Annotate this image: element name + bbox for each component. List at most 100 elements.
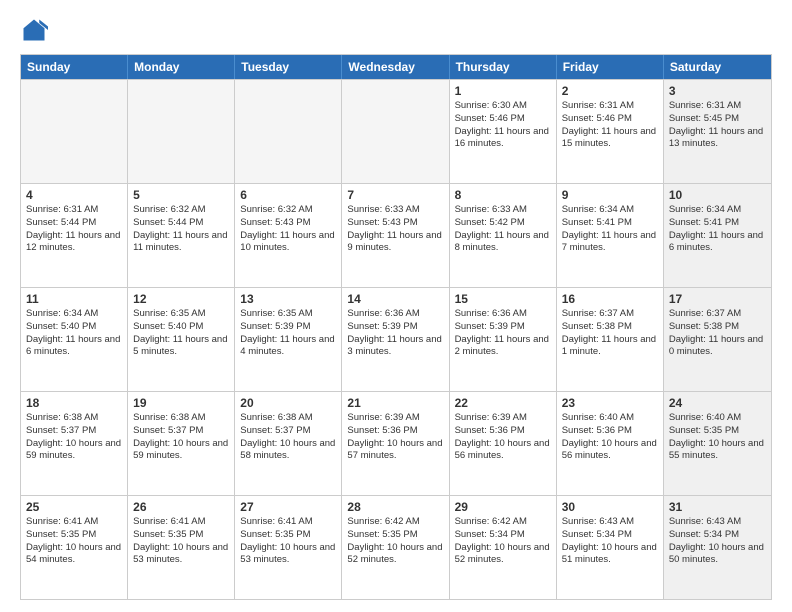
calendar-cell: 26Sunrise: 6:41 AM Sunset: 5:35 PM Dayli… xyxy=(128,496,235,599)
day-info: Sunrise: 6:34 AM Sunset: 5:41 PM Dayligh… xyxy=(669,204,766,255)
day-info: Sunrise: 6:43 AM Sunset: 5:34 PM Dayligh… xyxy=(669,516,766,567)
header-day-monday: Monday xyxy=(128,55,235,79)
header-day-sunday: Sunday xyxy=(21,55,128,79)
day-info: Sunrise: 6:30 AM Sunset: 5:46 PM Dayligh… xyxy=(455,100,551,151)
calendar-cell: 11 Sunrise: 6:34 AM Sunset: 5:40 PM Dayli… xyxy=(21,288,128,391)
day-info: Sunrise: 6:37 AM Sunset: 5:38 PM Dayligh… xyxy=(669,308,766,359)
header-day-friday: Friday xyxy=(557,55,664,79)
calendar-cell: 27Sunrise: 6:41 AM Sunset: 5:35 PM Dayli… xyxy=(235,496,342,599)
calendar-cell: 3Sunrise: 6:31 AM Sunset: 5:45 PM Daylig… xyxy=(664,80,771,183)
day-number: 17 xyxy=(669,292,766,306)
day-info: Sunrise: 6:35 AM Sunset: 5:40 PM Dayligh… xyxy=(133,308,229,359)
day-number: 31 xyxy=(669,500,766,514)
header-day-wednesday: Wednesday xyxy=(342,55,449,79)
day-number: 21 xyxy=(347,396,443,410)
day-number: 13 xyxy=(240,292,336,306)
calendar-cell: 31 Sunrise: 6:43 AM Sunset: 5:34 PM Dayli… xyxy=(664,496,771,599)
calendar-cell: 15 Sunrise: 6:36 AM Sunset: 5:39 PM Dayli… xyxy=(450,288,557,391)
day-info: Sunrise: 6:39 AM Sunset: 5:36 PM Dayligh… xyxy=(347,412,443,463)
day-number: 20 xyxy=(240,396,336,410)
day-number: 16 xyxy=(562,292,658,306)
logo-icon xyxy=(20,16,48,44)
day-number: 26 xyxy=(133,500,229,514)
calendar-cell: 6 Sunrise: 6:32 AM Sunset: 5:43 PM Daylig… xyxy=(235,184,342,287)
day-info: Sunrise: 6:40 AM Sunset: 5:36 PM Dayligh… xyxy=(562,412,658,463)
day-info: Sunrise: 6:42 AM Sunset: 5:34 PM Dayligh… xyxy=(455,516,551,567)
day-number: 10 xyxy=(669,188,766,202)
day-number: 12 xyxy=(133,292,229,306)
calendar-row-4: 18Sunrise: 6:38 AM Sunset: 5:37 PM Dayli… xyxy=(21,391,771,495)
day-info: Sunrise: 6:38 AM Sunset: 5:37 PM Dayligh… xyxy=(26,412,122,463)
calendar-cell: 19Sunrise: 6:38 AM Sunset: 5:37 PM Dayli… xyxy=(128,392,235,495)
day-number: 29 xyxy=(455,500,551,514)
calendar-cell: 2 Sunrise: 6:31 AM Sunset: 5:46 PM Daylig… xyxy=(557,80,664,183)
day-number: 8 xyxy=(455,188,551,202)
day-info: Sunrise: 6:36 AM Sunset: 5:39 PM Dayligh… xyxy=(347,308,443,359)
calendar-cell: 28Sunrise: 6:42 AM Sunset: 5:35 PM Dayli… xyxy=(342,496,449,599)
header-day-saturday: Saturday xyxy=(664,55,771,79)
calendar-cell: 25 Sunrise: 6:41 AM Sunset: 5:35 PM Dayli… xyxy=(21,496,128,599)
day-number: 7 xyxy=(347,188,443,202)
calendar-cell: 20 Sunrise: 6:38 AM Sunset: 5:37 PM Dayli… xyxy=(235,392,342,495)
day-info: Sunrise: 6:31 AM Sunset: 5:44 PM Dayligh… xyxy=(26,204,122,255)
day-number: 11 xyxy=(26,292,122,306)
calendar-cell xyxy=(342,80,449,183)
day-info: Sunrise: 6:31 AM Sunset: 5:45 PM Dayligh… xyxy=(669,100,766,151)
day-number: 24 xyxy=(669,396,766,410)
day-number: 6 xyxy=(240,188,336,202)
day-number: 22 xyxy=(455,396,551,410)
day-info: Sunrise: 6:35 AM Sunset: 5:39 PM Dayligh… xyxy=(240,308,336,359)
day-info: Sunrise: 6:33 AM Sunset: 5:43 PM Dayligh… xyxy=(347,204,443,255)
calendar-cell: 16 Sunrise: 6:37 AM Sunset: 5:38 PM Dayli… xyxy=(557,288,664,391)
day-number: 23 xyxy=(562,396,658,410)
calendar-cell: 29 Sunrise: 6:42 AM Sunset: 5:34 PM Dayli… xyxy=(450,496,557,599)
calendar-row-2: 4 Sunrise: 6:31 AM Sunset: 5:44 PM Daylig… xyxy=(21,183,771,287)
day-info: Sunrise: 6:40 AM Sunset: 5:35 PM Dayligh… xyxy=(669,412,766,463)
calendar-cell: 8 Sunrise: 6:33 AM Sunset: 5:42 PM Daylig… xyxy=(450,184,557,287)
calendar-cell: 10 Sunrise: 6:34 AM Sunset: 5:41 PM Dayli… xyxy=(664,184,771,287)
day-info: Sunrise: 6:36 AM Sunset: 5:39 PM Dayligh… xyxy=(455,308,551,359)
calendar-cell: 24 Sunrise: 6:40 AM Sunset: 5:35 PM Dayli… xyxy=(664,392,771,495)
page: SundayMondayTuesdayWednesdayThursdayFrid… xyxy=(0,0,792,612)
calendar: SundayMondayTuesdayWednesdayThursdayFrid… xyxy=(20,54,772,600)
day-number: 30 xyxy=(562,500,658,514)
calendar-cell: 23 Sunrise: 6:40 AM Sunset: 5:36 PM Dayli… xyxy=(557,392,664,495)
day-info: Sunrise: 6:33 AM Sunset: 5:42 PM Dayligh… xyxy=(455,204,551,255)
day-number: 5 xyxy=(133,188,229,202)
day-number: 14 xyxy=(347,292,443,306)
calendar-row-1: 1 Sunrise: 6:30 AM Sunset: 5:46 PM Daylig… xyxy=(21,79,771,183)
day-info: Sunrise: 6:32 AM Sunset: 5:44 PM Dayligh… xyxy=(133,204,229,255)
day-number: 25 xyxy=(26,500,122,514)
day-number: 4 xyxy=(26,188,122,202)
day-info: Sunrise: 6:38 AM Sunset: 5:37 PM Dayligh… xyxy=(240,412,336,463)
day-info: Sunrise: 6:39 AM Sunset: 5:36 PM Dayligh… xyxy=(455,412,551,463)
day-info: Sunrise: 6:41 AM Sunset: 5:35 PM Dayligh… xyxy=(26,516,122,567)
calendar-cell: 18Sunrise: 6:38 AM Sunset: 5:37 PM Dayli… xyxy=(21,392,128,495)
day-info: Sunrise: 6:31 AM Sunset: 5:46 PM Dayligh… xyxy=(562,100,658,151)
calendar-cell: 17 Sunrise: 6:37 AM Sunset: 5:38 PM Dayli… xyxy=(664,288,771,391)
header-day-tuesday: Tuesday xyxy=(235,55,342,79)
calendar-row-5: 25 Sunrise: 6:41 AM Sunset: 5:35 PM Dayli… xyxy=(21,495,771,599)
day-info: Sunrise: 6:34 AM Sunset: 5:40 PM Dayligh… xyxy=(26,308,122,359)
day-info: Sunrise: 6:34 AM Sunset: 5:41 PM Dayligh… xyxy=(562,204,658,255)
logo xyxy=(20,16,52,44)
calendar-cell: 1 Sunrise: 6:30 AM Sunset: 5:46 PM Daylig… xyxy=(450,80,557,183)
calendar-row-3: 11 Sunrise: 6:34 AM Sunset: 5:40 PM Dayli… xyxy=(21,287,771,391)
day-info: Sunrise: 6:41 AM Sunset: 5:35 PM Dayligh… xyxy=(240,516,336,567)
day-number: 2 xyxy=(562,84,658,98)
day-info: Sunrise: 6:38 AM Sunset: 5:37 PM Dayligh… xyxy=(133,412,229,463)
calendar-cell: 30Sunrise: 6:43 AM Sunset: 5:34 PM Dayli… xyxy=(557,496,664,599)
calendar-cell: 14 Sunrise: 6:36 AM Sunset: 5:39 PM Dayli… xyxy=(342,288,449,391)
calendar-cell: 21 Sunrise: 6:39 AM Sunset: 5:36 PM Dayli… xyxy=(342,392,449,495)
calendar-cell: 9Sunrise: 6:34 AM Sunset: 5:41 PM Daylig… xyxy=(557,184,664,287)
day-info: Sunrise: 6:32 AM Sunset: 5:43 PM Dayligh… xyxy=(240,204,336,255)
day-number: 1 xyxy=(455,84,551,98)
header xyxy=(20,16,772,44)
calendar-cell xyxy=(21,80,128,183)
day-number: 15 xyxy=(455,292,551,306)
calendar-cell: 22 Sunrise: 6:39 AM Sunset: 5:36 PM Dayli… xyxy=(450,392,557,495)
calendar-cell: 7 Sunrise: 6:33 AM Sunset: 5:43 PM Daylig… xyxy=(342,184,449,287)
calendar-header: SundayMondayTuesdayWednesdayThursdayFrid… xyxy=(21,55,771,79)
day-info: Sunrise: 6:37 AM Sunset: 5:38 PM Dayligh… xyxy=(562,308,658,359)
calendar-cell: 13 Sunrise: 6:35 AM Sunset: 5:39 PM Dayli… xyxy=(235,288,342,391)
